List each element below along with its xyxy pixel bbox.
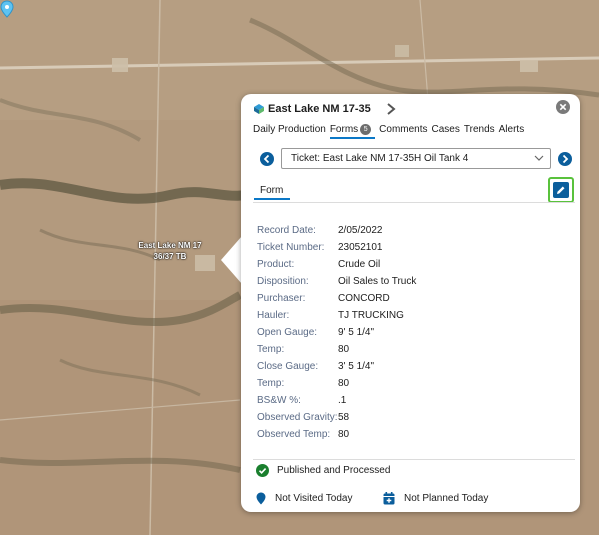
detail-row: Disposition: Oil Sales to Truck [257,273,416,290]
detail-row: Hauler: TJ TRUCKING [257,307,416,324]
visit-plan-row: Not Visited Today Not Planned Today [256,491,576,505]
plan-status: Not Planned Today [383,491,489,505]
visit-status-text: Not Visited Today [275,492,353,504]
dropdown-chevron-icon [534,155,544,161]
detail-value: 58 [338,412,350,423]
detail-value: CONCORD [338,293,390,304]
detail-row: Observed Temp: 80 [257,426,416,443]
detail-value: TJ TRUCKING [338,310,404,321]
detail-label: Temp: [257,344,285,355]
detail-row: Open Gauge: 9' 5 1/4" [257,324,416,341]
tab-trends[interactable]: Trends [464,124,495,139]
visit-status: Not Visited Today [256,492,352,505]
detail-label: Hauler: [257,310,290,321]
detail-value: 2/05/2022 [338,225,383,236]
edit-pencil-icon [553,182,569,198]
status-text: Published and Processed [277,464,391,476]
arrow-right-icon[interactable] [558,152,572,166]
detail-label: BS&W %: [257,395,301,406]
detail-row: Product: Crude Oil [257,256,416,273]
tab-forms[interactable]: Forms 5 [329,124,376,139]
well-popup: East Lake NM 17-35 Daily Production Form… [241,94,580,512]
detail-row: BS&W %: .1 [257,392,416,409]
tab-daily-production[interactable]: Daily Production [253,124,326,139]
detail-value: Oil Sales to Truck [338,276,417,287]
check-circle-icon [256,463,269,477]
status-indicator: Published and Processed [256,463,390,477]
popup-title: East Lake NM 17-35 [268,103,371,115]
popup-pointer [221,236,242,284]
tab-cases[interactable]: Cases [432,124,460,139]
detail-label: Record Date: [257,225,316,236]
detail-row: Temp: 80 [257,341,416,358]
arrow-left-icon[interactable] [260,152,274,166]
detail-value: 23052101 [338,242,383,253]
divider [253,202,575,203]
tab-forms-label: Forms [329,124,359,135]
detail-label: Open Gauge: [257,327,318,338]
detail-label: Temp: [257,378,285,389]
forms-count-badge: 5 [360,124,372,135]
detail-value: 80 [338,429,350,440]
detail-row: Ticket Number: 23052101 [257,239,416,256]
ticket-details: Record Date: 2/05/2022 Ticket Number: 2305… [257,222,416,443]
detail-row: Record Date: 2/05/2022 [257,222,416,239]
detail-value: 9' 5 1/4" [338,327,375,338]
detail-label: Observed Gravity: [257,412,338,423]
detail-label: Observed Temp: [257,429,331,440]
edit-button[interactable] [548,177,574,203]
well-marker-label[interactable]: East Lake NM 17 36/37 TB [130,240,210,262]
detail-label: Product: [257,259,295,270]
detail-value: 80 [338,378,350,389]
detail-row: Temp: 80 [257,375,416,392]
close-icon[interactable] [556,100,570,114]
tab-alerts[interactable]: Alerts [499,124,525,139]
popup-header: East Lake NM 17-35 [254,101,371,117]
tab-form[interactable]: Form [254,185,291,200]
ticket-select[interactable]: Ticket: East Lake NM 17-35H Oil Tank 4 [281,148,551,169]
detail-row: Observed Gravity: 58 [257,409,416,426]
detail-row: Purchaser: CONCORD [257,290,416,307]
detail-label: Purchaser: [257,293,306,304]
tab-comments[interactable]: Comments [379,124,427,139]
detail-label: Disposition: [257,276,309,287]
detail-value: 80 [338,344,350,355]
detail-value: 3' 5 1/4" [338,361,375,372]
detail-label: Close Gauge: [257,361,319,372]
detail-value: .1 [338,395,347,406]
detail-row: Close Gauge: 3' 5 1/4" [257,358,416,375]
well-icon [254,104,264,114]
detail-label: Ticket Number: [257,242,325,253]
ticket-select-value: Ticket: East Lake NM 17-35H Oil Tank 4 [291,153,469,164]
popup-tabs: Daily Production Forms 5 Comments Cases T… [253,124,528,139]
chevron-right-icon[interactable] [386,103,396,115]
detail-value: Crude Oil [338,259,381,270]
plan-status-text: Not Planned Today [404,492,489,504]
map-pin-icon [256,492,266,504]
calendar-icon [383,491,395,504]
map-pin-icon[interactable] [0,0,14,18]
divider [253,459,575,460]
